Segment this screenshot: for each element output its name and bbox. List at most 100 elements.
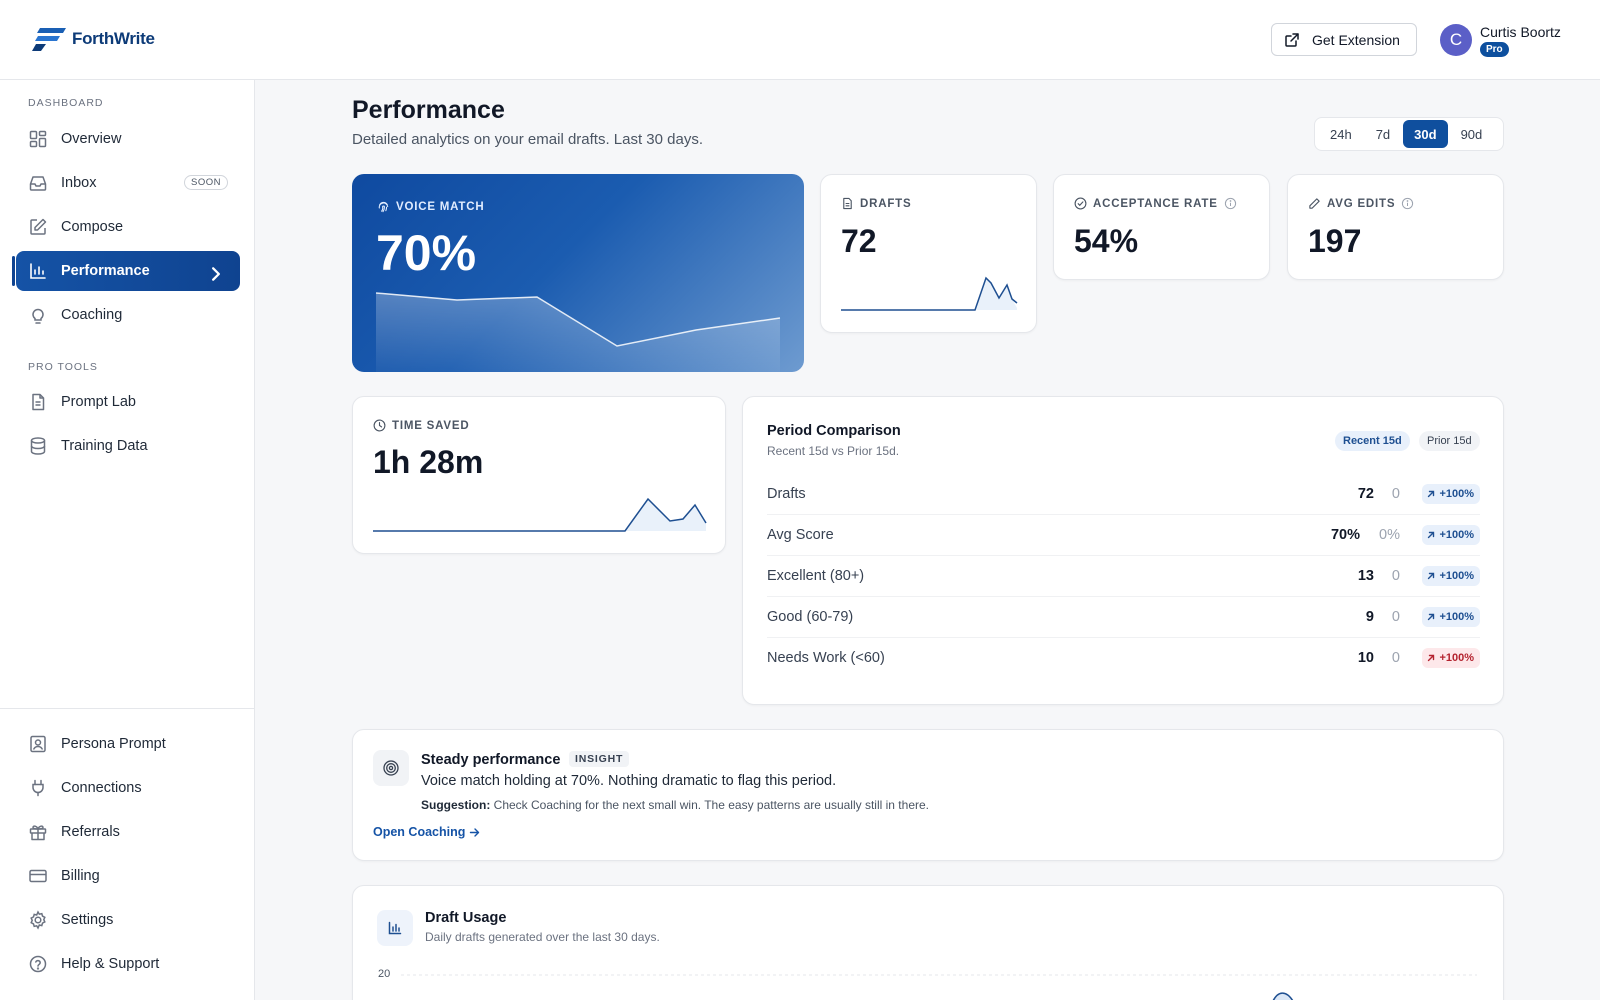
insight-icon-box [373,750,409,786]
sidebar-divider [0,708,255,709]
sidebar-item-label: Connections [61,780,142,796]
page-subtitle: Detailed analytics on your email drafts.… [352,131,704,148]
get-extension-button[interactable]: Get Extension [1271,23,1417,56]
external-link-icon [1285,32,1299,47]
database-icon [30,437,46,455]
sidebar-item-coaching[interactable]: Coaching [16,295,240,335]
sidebar-item-label: Overview [61,131,122,147]
time-saved-card: TIME SAVED 1h 28m [352,396,726,554]
logo[interactable]: ForthWrite [32,26,155,52]
draft-usage-chart [401,974,1477,1000]
insight-card: Steady performance INSIGHT Voice match h… [352,729,1504,861]
info-icon[interactable] [1224,197,1237,210]
sidebar-item-compose[interactable]: Compose [16,207,240,247]
sidebar-item-label: Inbox [61,175,97,191]
acceptance-rate-card: ACCEPTANCE RATE 54% [1053,174,1270,280]
time-range-selector: 24h 7d 30d 90d [1314,117,1504,151]
comparison-row: Good (60-79) 9 0 +100% [767,597,1480,638]
get-extension-label: Get Extension [1312,31,1400,48]
time-saved-sparkline [373,497,707,532]
sidebar: DASHBOARD Overview Inbox SOON Compose Pe… [0,80,255,1000]
edit-icon [30,218,47,235]
sidebar-item-label: Help & Support [61,956,160,972]
check-circle-icon [1074,197,1087,210]
range-button-7d[interactable]: 7d [1365,120,1401,148]
voice-match-sparkline [375,292,781,372]
sidebar-item-performance[interactable]: Performance [16,251,240,291]
comparison-row: Needs Work (<60) 10 0 +100% [767,638,1480,679]
sidebar-item-label: Prompt Lab [61,394,136,410]
sidebar-item-overview[interactable]: Overview [16,119,240,159]
comparison-row: Avg Score 70% 0% +100% [767,515,1480,556]
target-icon [383,760,399,776]
period-comparison-card: Period Comparison Recent 15d vs Prior 15… [742,396,1504,705]
insight-title: Steady performance [421,752,561,768]
delta-badge: +100% [1422,566,1480,586]
range-button-30d[interactable]: 30d [1403,120,1448,148]
sidebar-item-label: Billing [61,868,100,884]
sidebar-item-label: Persona Prompt [61,736,166,752]
avg-edits-label: AVG EDITS [1308,197,1414,210]
sidebar-item-connections[interactable]: Connections [16,768,240,808]
open-coaching-link[interactable]: Open Coaching [373,825,480,839]
sidebar-item-prompt-lab[interactable]: Prompt Lab [16,382,240,422]
period-comparison-title: Period Comparison [767,423,901,439]
inbox-icon [29,176,47,191]
logo-text: ForthWrite [72,29,155,48]
top-bar: ForthWrite Get Extension C Curtis Boortz… [0,0,1600,80]
sidebar-item-label: Coaching [61,307,123,323]
bar-chart-icon [30,263,46,279]
delta-badge: +100% [1422,484,1480,504]
range-button-90d[interactable]: 90d [1450,120,1494,148]
plug-icon [32,779,44,797]
page-title: Performance [352,96,505,124]
sidebar-item-referrals[interactable]: Referrals [16,812,240,852]
voice-match-card: VOICE MATCH 70% [352,174,804,372]
avatar[interactable]: C [1440,24,1472,56]
persona-icon [30,735,46,753]
delta-badge: +100% [1422,648,1480,668]
delta-badge: +100% [1422,525,1480,545]
sidebar-item-billing[interactable]: Billing [16,856,240,896]
document-icon [32,393,45,411]
sidebar-item-inbox[interactable]: Inbox SOON [16,163,240,203]
arrow-up-right-icon [1428,572,1435,580]
avg-edits-value: 197 [1308,223,1362,259]
logo-mark-icon [32,28,66,51]
insight-body: Voice match holding at 70%. Nothing dram… [421,773,837,789]
arrow-right-icon [470,827,480,837]
range-button-24h[interactable]: 24h [1319,120,1363,148]
arrow-up-right-icon [1428,613,1435,621]
period-comparison-subtitle: Recent 15d vs Prior 15d. [767,444,900,458]
insight-tag: INSIGHT [569,751,630,767]
gear-icon [30,910,46,930]
draft-usage-card: Draft Usage Daily drafts generated over … [352,885,1504,1000]
user-name[interactable]: Curtis Boortz [1480,24,1561,40]
lightbulb-icon [32,308,44,324]
sidebar-item-label: Settings [61,912,114,928]
credit-card-icon [29,869,47,883]
insight-suggestion: Suggestion: Check Coaching for the next … [421,798,929,812]
avg-edits-card: AVG EDITS 197 [1287,174,1504,280]
recent-period-tag[interactable]: Recent 15d [1335,431,1410,451]
soon-badge: SOON [184,175,228,190]
sidebar-item-training-data[interactable]: Training Data [16,426,240,466]
delta-badge: +100% [1422,607,1480,627]
prior-period-tag[interactable]: Prior 15d [1419,431,1480,451]
gift-icon [29,825,47,841]
drafts-sparkline [841,276,1018,311]
arrow-up-right-icon [1428,531,1435,539]
arrow-up-right-icon [1428,490,1435,498]
grid-icon [29,130,47,148]
sidebar-item-help-support[interactable]: Help & Support [16,944,240,984]
sidebar-item-settings[interactable]: Settings [16,900,240,940]
sidebar-item-label: Compose [61,219,124,235]
sidebar-item-persona-prompt[interactable]: Persona Prompt [16,724,240,764]
plan-badge: Pro [1480,42,1509,57]
drafts-card: DRAFTS 72 [820,174,1037,333]
info-icon[interactable] [1401,197,1414,210]
section-label-dashboard: DASHBOARD [28,97,104,109]
chevron-right-icon [212,267,220,281]
section-label-pro-tools: PRO TOOLS [28,361,98,373]
comparison-row: Excellent (80+) 13 0 +100% [767,556,1480,597]
